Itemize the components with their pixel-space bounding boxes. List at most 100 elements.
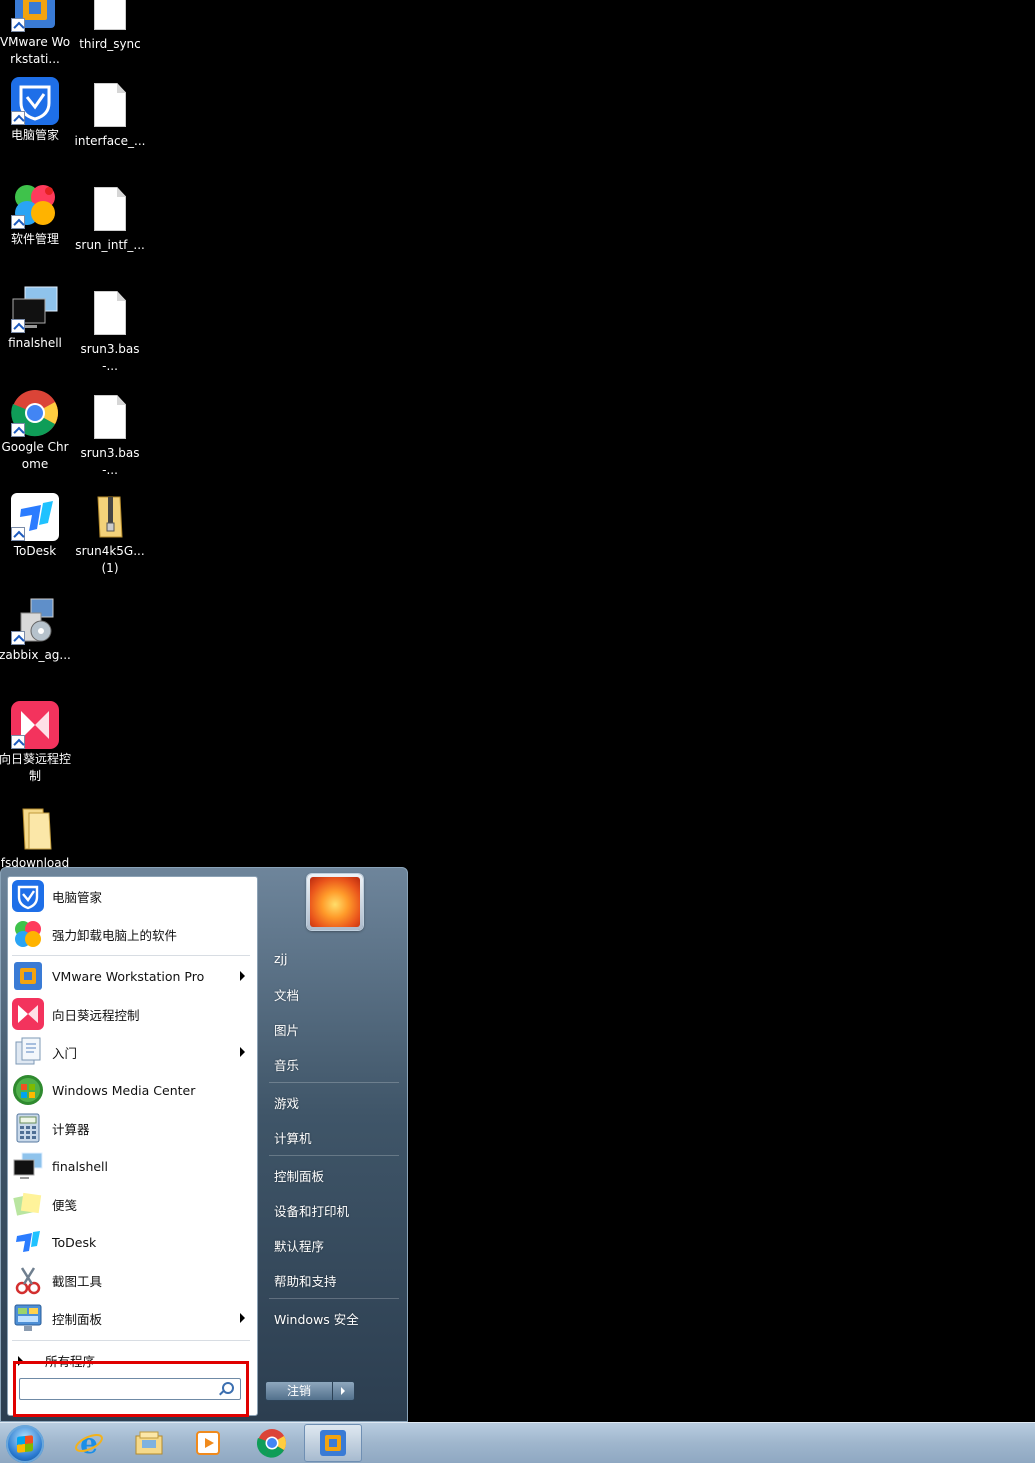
- start-right-user[interactable]: zjj: [274, 951, 288, 966]
- desktop-icon-label: srun_intf_...: [75, 238, 145, 252]
- desktop-icon-chrome[interactable]: Google Chrome: [0, 389, 71, 473]
- calculator-icon: [12, 1112, 44, 1144]
- desktop-icon-vmware[interactable]: VMware Workstati...: [0, 0, 71, 68]
- start-item-uninstaller[interactable]: 强力卸载电脑上的软件: [10, 916, 255, 952]
- start-item-vmware[interactable]: VMware Workstation Pro: [10, 958, 255, 994]
- vmware-icon: [12, 960, 44, 992]
- shortcut-arrow-icon: [11, 631, 25, 645]
- start-item-label: VMware Workstation Pro: [52, 968, 205, 984]
- finalshell-icon: [11, 285, 59, 333]
- shutdown-options-arrow-icon[interactable]: [333, 1381, 355, 1401]
- start-item-label: 截图工具: [52, 1273, 103, 1289]
- start-orb[interactable]: [6, 1425, 44, 1463]
- start-item-sunlogin[interactable]: 向日葵远程控制: [10, 996, 255, 1032]
- taskbar-explorer[interactable]: [120, 1424, 178, 1462]
- sticky-notes-icon: [12, 1188, 44, 1220]
- desktop-icon-pc-manager[interactable]: 电脑管家: [0, 77, 71, 144]
- start-right-control-panel[interactable]: 控制面板: [274, 1166, 324, 1185]
- desktop-icon-label: interface_...: [74, 134, 146, 148]
- divider: [12, 1340, 250, 1341]
- taskbar-vmware[interactable]: [304, 1424, 362, 1462]
- sunlogin-icon: [12, 998, 44, 1030]
- logoff-button[interactable]: 注销: [265, 1381, 333, 1401]
- media-center-icon: [12, 1074, 44, 1106]
- desktop-icon-zabbix-agent[interactable]: zabbix_ag...: [0, 597, 71, 664]
- taskbar-ie[interactable]: e: [60, 1424, 118, 1462]
- taskbar-media-player[interactable]: [180, 1424, 238, 1462]
- desktop-icon-interface[interactable]: interface_...: [74, 81, 146, 150]
- desktop-icon-label: srun4k5G... (1): [75, 544, 145, 575]
- start-right-devices-printers[interactable]: 设备和打印机: [274, 1201, 349, 1220]
- pc-manager-icon: [11, 77, 59, 125]
- start-item-label: 向日葵远程控制: [52, 1007, 140, 1023]
- desktop-icon-label: srun3.bas-...: [80, 446, 140, 477]
- start-right-music[interactable]: 音乐: [274, 1055, 299, 1074]
- desktop-icon-label: Google Chrome: [1, 440, 69, 471]
- divider: [269, 1298, 399, 1299]
- start-item-sticky-notes[interactable]: 便笺: [10, 1186, 255, 1222]
- software-manager-icon: [11, 181, 59, 229]
- start-item-label: ToDesk: [52, 1234, 97, 1250]
- finalshell-icon: [12, 1150, 44, 1182]
- start-item-label: 计算器: [52, 1121, 90, 1137]
- start-item-getting-started[interactable]: 入门: [10, 1034, 255, 1070]
- start-right-computer[interactable]: 计算机: [274, 1128, 312, 1147]
- start-right-windows-security[interactable]: Windows 安全: [274, 1309, 359, 1328]
- folder-icon: [11, 805, 59, 853]
- user-avatar[interactable]: [307, 874, 363, 930]
- desktop-icon-fsdownload[interactable]: fsdownload: [0, 805, 71, 872]
- desktop-icon-srun-intf[interactable]: srun_intf_...: [74, 185, 146, 254]
- windows-logo-icon: [17, 1435, 33, 1453]
- installer-icon: [11, 597, 59, 645]
- submenu-arrow-icon[interactable]: [240, 1047, 245, 1057]
- desktop-icon-label: 软件管理: [10, 232, 59, 246]
- submenu-arrow-icon[interactable]: [240, 971, 245, 981]
- file-icon: [86, 187, 134, 235]
- start-item-pc-manager[interactable]: 电脑管家: [10, 878, 255, 914]
- file-icon: [86, 291, 134, 339]
- desktop-icon-finalshell[interactable]: finalshell: [0, 285, 71, 352]
- media-player-icon: [194, 1428, 224, 1458]
- start-item-control-panel[interactable]: 控制面板: [10, 1300, 255, 1336]
- start-right-documents[interactable]: 文档: [274, 985, 299, 1004]
- svg-text:e: e: [80, 1428, 98, 1458]
- getting-started-icon: [12, 1036, 44, 1068]
- start-right-help-support[interactable]: 帮助和支持: [274, 1271, 337, 1290]
- desktop-icon-srun3-bas-1[interactable]: srun3.bas-...: [74, 289, 146, 375]
- submenu-arrow-icon[interactable]: [240, 1313, 245, 1323]
- start-item-snipping-tool[interactable]: 截图工具: [10, 1262, 255, 1298]
- start-item-label: finalshell: [52, 1158, 108, 1174]
- start-item-finalshell[interactable]: finalshell: [10, 1148, 255, 1184]
- desktop-icon-todesk[interactable]: ToDesk: [0, 493, 71, 560]
- shortcut-arrow-icon: [11, 18, 25, 32]
- taskbar-chrome[interactable]: [243, 1424, 301, 1462]
- desktop-icon-sunlogin[interactable]: 向日葵远程控制: [0, 701, 71, 785]
- file-icon: [86, 0, 134, 34]
- start-right-pictures[interactable]: 图片: [274, 1020, 299, 1039]
- start-item-label: 便笺: [52, 1197, 78, 1213]
- start-menu-program-list: 电脑管家 强力卸载电脑上的软件 VMware Workstation Pro 向…: [7, 876, 258, 1416]
- start-item-todesk[interactable]: ToDesk: [10, 1224, 255, 1260]
- shortcut-arrow-icon: [11, 527, 25, 541]
- start-right-default-programs[interactable]: 默认程序: [274, 1236, 324, 1255]
- taskbar: e: [0, 1422, 1035, 1463]
- desktop-icon-third-sync[interactable]: third_sync: [74, 0, 146, 53]
- desktop-icon-label: VMware Workstati...: [0, 35, 71, 66]
- divider: [12, 955, 250, 956]
- desktop-icon-srun4k5g-zip[interactable]: srun4k5G... (1): [74, 493, 146, 577]
- start-item-label: Windows Media Center: [52, 1082, 196, 1098]
- desktop-icon-label: ToDesk: [13, 544, 57, 558]
- start-right-games[interactable]: 游戏: [274, 1093, 299, 1112]
- shortcut-arrow-icon: [11, 735, 25, 749]
- desktop-icon-software-manager[interactable]: 软件管理: [0, 181, 71, 248]
- pc-manager-icon: [12, 880, 44, 912]
- start-item-media-center[interactable]: Windows Media Center: [10, 1072, 255, 1108]
- shortcut-arrow-icon: [11, 215, 25, 229]
- desktop-icon-srun3-bas-2[interactable]: srun3.bas-...: [74, 393, 146, 479]
- start-item-label: 强力卸载电脑上的软件: [52, 927, 178, 943]
- internet-explorer-icon: e: [74, 1427, 104, 1460]
- chrome-icon: [11, 389, 59, 437]
- snipping-tool-icon: [12, 1264, 44, 1296]
- desktop-icon-label: 电脑管家: [10, 128, 59, 142]
- start-item-calculator[interactable]: 计算器: [10, 1110, 255, 1146]
